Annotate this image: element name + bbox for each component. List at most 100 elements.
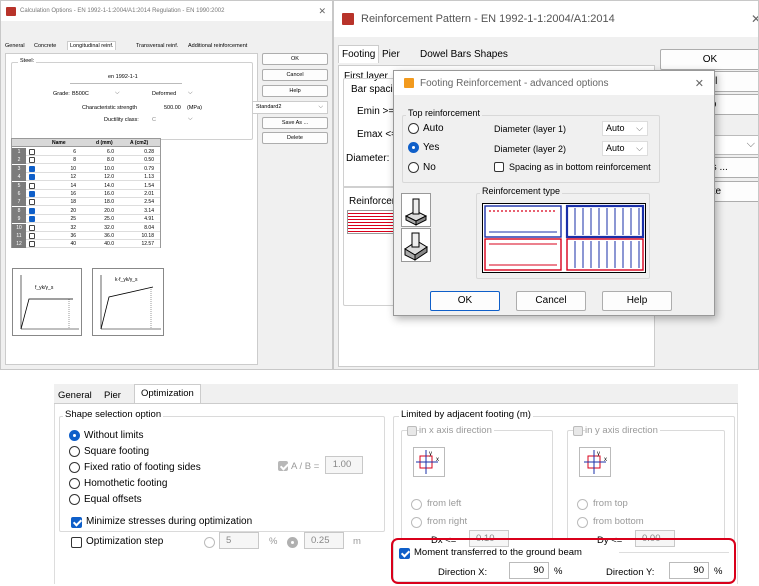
beam-3d-icon[interactable]	[401, 228, 431, 262]
moment-checkbox[interactable]	[399, 548, 410, 559]
table-row[interactable]: 5 14 14.0 1.54	[12, 181, 160, 190]
calc-cancel-button[interactable]: Cancel	[262, 69, 328, 81]
close-icon[interactable]: ✕	[695, 77, 704, 90]
tab-general[interactable]: General	[58, 390, 92, 401]
table-row[interactable]: 10 32 32.0 8.04	[12, 223, 160, 232]
table-row[interactable]: 12 40 40.0 12.57	[12, 240, 160, 249]
diam1-select[interactable]: Auto ⌵	[602, 121, 648, 136]
tab-pier[interactable]: Pier	[104, 390, 121, 401]
bar-type-value[interactable]: Deformed	[152, 91, 176, 97]
row-checkbox[interactable]	[29, 165, 35, 172]
equal-offsets-label[interactable]: Equal offsets	[84, 494, 142, 505]
char-strength-value[interactable]: 500.00	[164, 105, 181, 111]
table-row[interactable]: 6 16 16.0 2.01	[12, 190, 160, 198]
footing-3d-icon[interactable]	[401, 193, 431, 227]
from-bottom-radio[interactable]	[577, 517, 588, 528]
calc-ok-button[interactable]: OK	[262, 53, 328, 65]
tab-optimization[interactable]: Optimization	[134, 384, 201, 403]
minimize-label[interactable]: Minimize stresses during optimization	[86, 516, 252, 527]
pattern-ok-button[interactable]: OK	[660, 49, 758, 70]
ductility-value[interactable]: C	[152, 117, 156, 123]
from-bottom-label[interactable]: from bottom	[593, 516, 644, 527]
table-row[interactable]: 11 36 36.0 10.18	[12, 232, 160, 240]
tab-dowel-bars[interactable]: Dowel Bars	[420, 49, 471, 60]
row-checkbox[interactable]	[29, 182, 35, 189]
tab-shapes[interactable]: Shapes	[474, 49, 508, 60]
auto-radio[interactable]	[408, 123, 419, 134]
yes-radio[interactable]	[408, 142, 419, 153]
calc-save-as-button[interactable]: Save As ...	[262, 117, 328, 129]
advanced-cancel-button[interactable]: Cancel	[516, 291, 586, 311]
equal-offsets-radio[interactable]	[69, 494, 80, 505]
ductility-chevron-icon[interactable]: ⌵	[188, 116, 193, 123]
step-meter-radio[interactable]	[287, 537, 298, 548]
auto-label[interactable]: Auto	[423, 123, 444, 134]
row-checkbox[interactable]	[29, 157, 35, 164]
bar-type-chevron-icon[interactable]: ⌵	[188, 90, 193, 97]
without-limits-radio[interactable]	[69, 430, 80, 441]
minimize-checkbox[interactable]	[71, 517, 82, 528]
from-right-label[interactable]: from right	[427, 516, 467, 527]
table-row[interactable]: 9 25 25.0 4.91	[12, 215, 160, 224]
square-footing-radio[interactable]	[69, 446, 80, 457]
direction-y-input[interactable]: 90	[669, 562, 709, 579]
preset-select[interactable]: Standard2 ⌵	[252, 101, 328, 114]
step-meter-input[interactable]: 0.25	[304, 532, 344, 549]
homothetic-radio[interactable]	[69, 478, 80, 489]
without-limits-label[interactable]: Without limits	[84, 430, 143, 441]
tab-transversal-reinf[interactable]: Transversal reinf.	[136, 43, 178, 49]
row-checkbox[interactable]	[29, 191, 35, 197]
table-row[interactable]: 2 8 8.0 0.50	[12, 156, 160, 165]
close-icon[interactable]: ✕	[318, 6, 326, 17]
table-row[interactable]: 7 18 18.0 2.54	[12, 198, 160, 207]
tab-longitudinal-reinf[interactable]: Longitudinal reinf.	[67, 41, 117, 50]
spacing-label[interactable]: Spacing as in bottom reinforcement	[509, 162, 651, 172]
row-checkbox[interactable]	[29, 207, 35, 214]
row-checkbox[interactable]	[29, 224, 35, 231]
moment-label[interactable]: Moment transferred to the ground beam	[414, 547, 582, 558]
row-checkbox[interactable]	[29, 241, 35, 248]
ratio-checkbox[interactable]	[278, 461, 288, 471]
tab-footing[interactable]: Footing	[338, 45, 380, 63]
row-checkbox[interactable]	[29, 174, 35, 181]
table-row[interactable]: 1 6 6.0 0.28	[12, 148, 160, 156]
tab-concrete[interactable]: Concrete	[34, 43, 56, 49]
row-checkbox[interactable]	[29, 149, 35, 155]
ratio-input[interactable]: 1.00	[325, 456, 363, 474]
advanced-help-button[interactable]: Help	[602, 291, 672, 311]
grade-chevron-icon[interactable]: ⌵	[115, 90, 120, 97]
y-direction-checkbox[interactable]	[573, 426, 583, 436]
from-right-radio[interactable]	[411, 517, 422, 528]
homothetic-label[interactable]: Homothetic footing	[84, 478, 167, 489]
table-row[interactable]: 3 10 10.0 0.79	[12, 164, 160, 173]
square-footing-label[interactable]: Square footing	[84, 446, 149, 457]
yes-label[interactable]: Yes	[423, 142, 439, 153]
x-direction-checkbox[interactable]	[407, 426, 417, 436]
row-checkbox[interactable]	[29, 199, 35, 206]
reinf-type-graphic[interactable]	[483, 204, 645, 272]
advanced-ok-button[interactable]: OK	[430, 291, 500, 311]
fixed-ratio-label[interactable]: Fixed ratio of footing sides	[84, 462, 201, 473]
from-left-label[interactable]: from left	[427, 498, 461, 509]
row-checkbox[interactable]	[29, 216, 35, 223]
fixed-ratio-radio[interactable]	[69, 462, 80, 473]
row-checkbox[interactable]	[29, 233, 35, 239]
calc-delete-button[interactable]: Delete	[262, 132, 328, 144]
no-label[interactable]: No	[423, 162, 436, 173]
tab-pier[interactable]: Pier	[382, 49, 400, 60]
spacing-checkbox[interactable]	[494, 162, 504, 172]
tab-general[interactable]: General	[5, 43, 25, 49]
calc-help-button[interactable]: Help	[262, 85, 328, 97]
grade-value[interactable]: B500C	[72, 91, 89, 97]
table-row[interactable]: 8 20 20.0 3.14	[12, 206, 160, 215]
diam2-select[interactable]: Auto ⌵	[602, 141, 648, 156]
table-row[interactable]: 4 12 12.0 1.13	[12, 173, 160, 182]
no-radio[interactable]	[408, 162, 419, 173]
from-top-radio[interactable]	[577, 499, 588, 510]
direction-x-input[interactable]: 90	[509, 562, 549, 579]
optimization-step-label[interactable]: Optimization step	[86, 536, 163, 547]
from-left-radio[interactable]	[411, 499, 422, 510]
tab-additional-reinforcement[interactable]: Additional reinforcement	[188, 43, 247, 49]
close-icon[interactable]: ✕	[751, 12, 758, 26]
from-top-label[interactable]: from top	[593, 498, 628, 509]
